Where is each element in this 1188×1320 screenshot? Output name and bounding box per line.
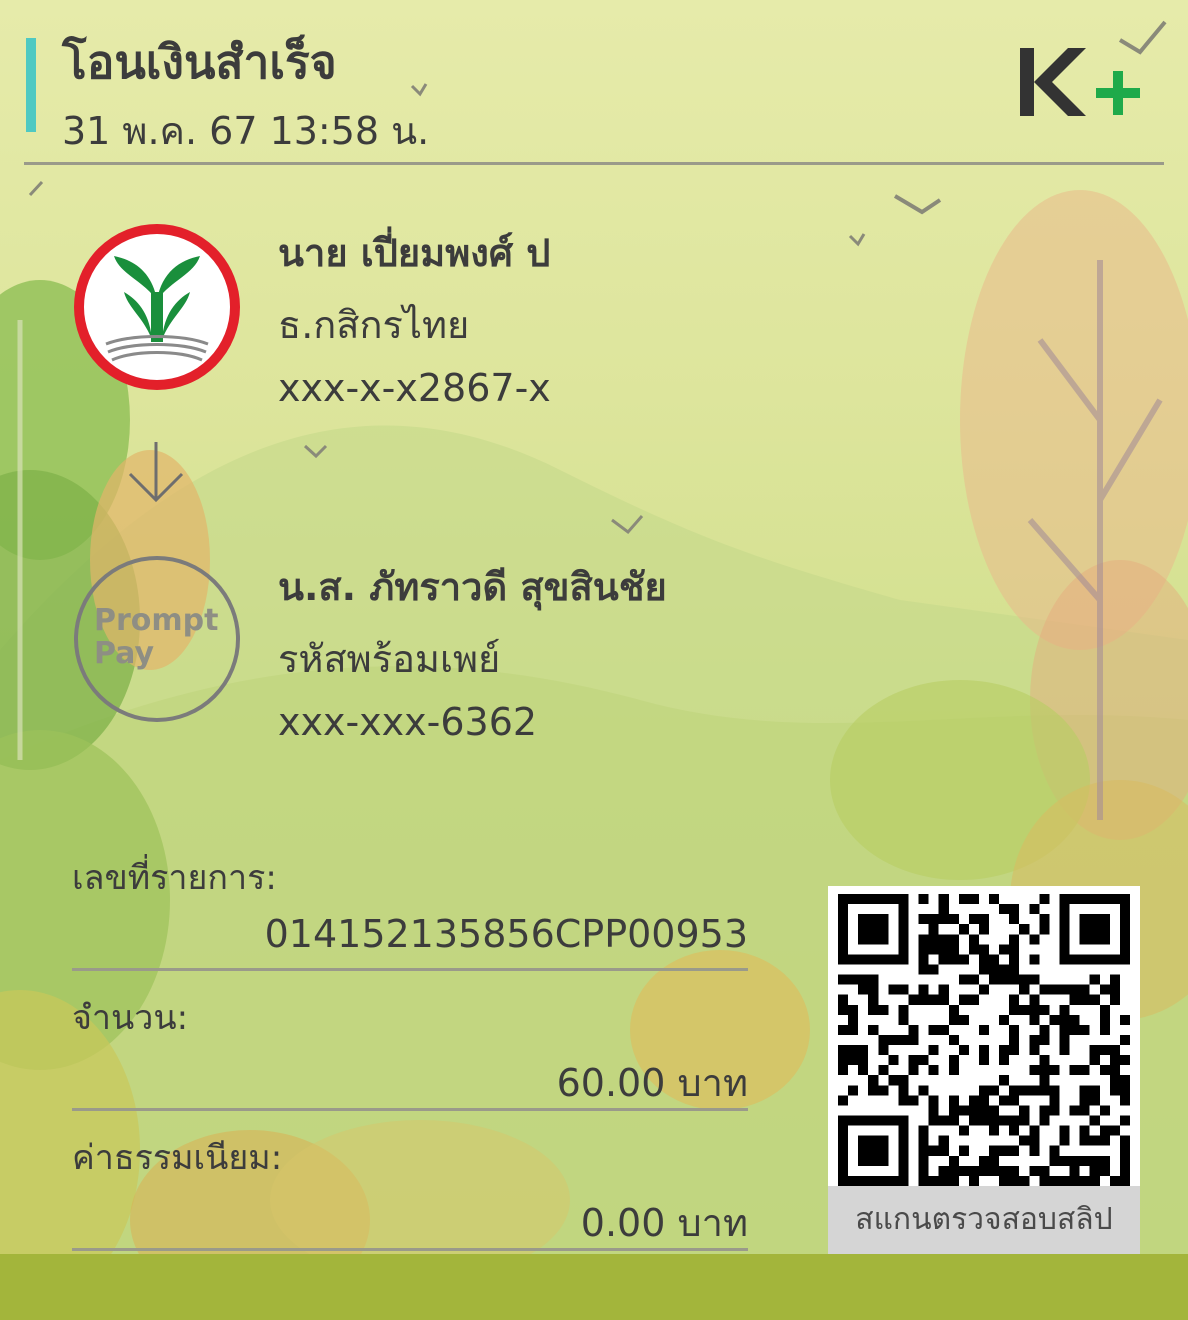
k-plus-logo-icon [1020, 48, 1140, 116]
details-divider [72, 1108, 748, 1111]
promptpay-logo-text-2: Pay [94, 636, 155, 671]
reference-label: เลขที่รายการ: [72, 858, 277, 898]
sender-bank: ธ.กสิกรไทย [278, 303, 470, 347]
kasikorn-bank-logo-icon [74, 224, 240, 390]
receiver-account: xxx-xxx-6362 [278, 700, 538, 744]
receiver-name: น.ส. ภัทราวดี สุขสินชัย [278, 565, 667, 609]
details-divider [72, 968, 748, 971]
arrow-down-icon [128, 442, 184, 503]
verification-qr[interactable]: สแกนตรวจสอบสลิป [828, 886, 1140, 1254]
bottom-bar [0, 1254, 1188, 1320]
qr-modules [838, 894, 1130, 1186]
transaction-datetime: 31 พ.ค. 67 13:58 น. [62, 109, 430, 153]
sender-account: xxx-x-x2867-x [278, 366, 551, 410]
amount-value: 60.00 บาท [556, 1061, 748, 1105]
title-accent-bar [26, 38, 36, 132]
qr-code-icon [838, 894, 1130, 1186]
transfer-slip: โอนเงินสำเร็จ 31 พ.ค. 67 13:58 น. นาย เป… [0, 0, 1188, 1320]
sender-name: นาย เปี่ยมพงศ์ ป [278, 231, 551, 275]
promptpay-logo-icon: Prompt Pay [74, 556, 240, 722]
qr-caption: สแกนตรวจสอบสลิป [828, 1186, 1140, 1254]
reference-value: 014152135856CPP00953 [264, 912, 748, 956]
receiver-channel: รหัสพร้อมเพย์ [278, 637, 501, 681]
page-title: โอนเงินสำเร็จ [62, 35, 337, 89]
promptpay-logo-text-1: Prompt [94, 603, 219, 638]
amount-label: จำนวน: [72, 998, 189, 1038]
fee-label: ค่าธรรมเนียม: [72, 1138, 283, 1178]
details-divider [72, 1248, 748, 1251]
fee-value: 0.00 บาท [580, 1201, 748, 1245]
header-divider [24, 162, 1164, 165]
